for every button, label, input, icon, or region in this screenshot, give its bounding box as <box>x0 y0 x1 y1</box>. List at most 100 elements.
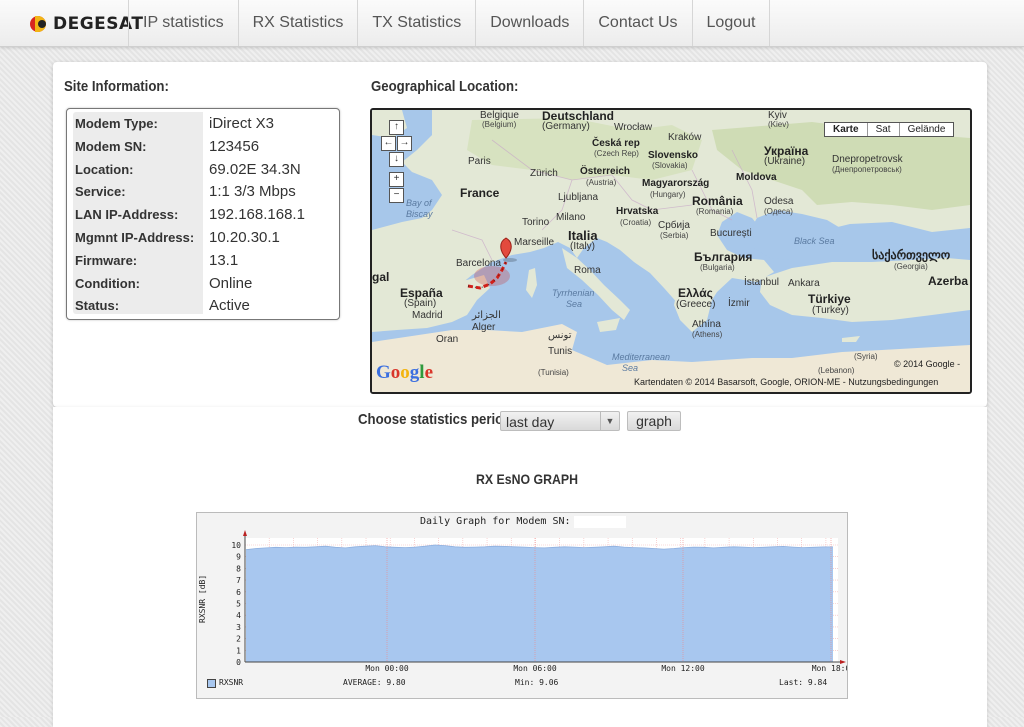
info-value: 123456 <box>203 134 333 158</box>
tab-downloads[interactable]: Downloads <box>475 0 583 46</box>
map-label: gal <box>372 270 390 284</box>
map-label: Paris <box>468 156 491 167</box>
map-label: Barcelona <box>456 258 502 269</box>
y-tick-label: 3 <box>236 623 241 632</box>
map-label: İstanbul <box>744 277 780 288</box>
map-label: Bay of <box>406 198 432 208</box>
map-label: Kraków <box>668 132 702 143</box>
map-label: (Belgium) <box>482 120 517 129</box>
map-label: (Slovakia) <box>652 161 688 170</box>
map-label: Tunis <box>548 346 573 357</box>
y-tick-label: 9 <box>236 553 241 562</box>
map-label: Odesa <box>764 196 794 207</box>
info-value: Active <box>203 294 333 318</box>
y-tick-label: 5 <box>236 600 241 609</box>
rx-esno-graph: Daily Graph for Modem SN: RXSNR [dB] 012… <box>196 512 848 699</box>
x-tick-label: Mon 12:00 <box>661 664 705 673</box>
graph-heading: RX EsNO GRAPH <box>476 471 579 487</box>
map-label: Torino <box>522 217 550 228</box>
map-label: Mediterranean <box>612 352 671 362</box>
chevron-down-icon: ▼ <box>600 412 619 430</box>
google-logo: Google <box>376 362 433 383</box>
map-label: (Italy) <box>570 241 595 252</box>
map-label: România <box>692 194 743 208</box>
pan-up-icon[interactable]: ↑ <box>389 120 404 135</box>
pan-right-icon[interactable]: → <box>397 136 412 151</box>
map-label: (Spain) <box>404 298 437 309</box>
map-label: Black Sea <box>794 236 835 246</box>
map-label: (Croatia) <box>620 218 652 227</box>
map-label: (Athens) <box>692 330 723 339</box>
legend-swatch <box>207 679 216 688</box>
tab-ip-statistics[interactable]: IP statistics <box>128 0 238 46</box>
map-label: București <box>710 228 752 239</box>
period-select[interactable]: last day ▼ <box>500 411 620 431</box>
info-row-modem-type: Modem Type: iDirect X3 <box>73 112 333 135</box>
pan-left-icon[interactable]: ← <box>381 136 396 151</box>
map-label: Dnepropetrovsk <box>832 154 903 165</box>
map-label: Milano <box>556 212 586 223</box>
map-label: (Georgia) <box>894 262 928 271</box>
map-type-gelande[interactable]: Gelände <box>898 123 954 136</box>
map-label: تونس <box>548 330 572 341</box>
info-label: Service: <box>75 184 126 200</box>
info-value: 13.1 <box>203 248 333 272</box>
info-label: Status: <box>75 298 120 314</box>
info-value: Online <box>203 271 333 295</box>
map-label: (Lebanon) <box>818 366 855 375</box>
y-tick-label: 7 <box>236 576 241 585</box>
map-label: (Kiev) <box>768 120 789 129</box>
site-info-heading: Site Information: <box>64 78 169 95</box>
info-row-mgmnt-ip: Mgmnt IP-Address: 10.20.30.1 <box>73 226 333 249</box>
map-label: (Turkey) <box>812 305 849 316</box>
map-label: (Ukraine) <box>764 156 806 167</box>
logo-icon <box>30 14 50 34</box>
map-attribution[interactable]: Kartendaten © 2014 Basarsoft, Google, OR… <box>634 377 938 387</box>
map-label: (Czech Rep) <box>594 149 639 158</box>
map-label: Magyarország <box>642 178 710 189</box>
map-label: France <box>460 186 500 200</box>
map-label: Wrocław <box>614 122 653 133</box>
y-tick-label: 6 <box>236 588 241 597</box>
map-type-sat[interactable]: Sat <box>866 123 899 136</box>
map-label: Österreich <box>580 166 631 177</box>
map-label: Србија <box>658 220 690 231</box>
map-type-karte[interactable]: Karte <box>825 123 867 136</box>
map-label: Azerba <box>928 274 969 288</box>
info-value: 1:1 3/3 Mbps <box>203 180 333 204</box>
map-label: Hrvatska <box>616 206 659 217</box>
pan-down-icon[interactable]: ↓ <box>389 152 404 167</box>
tab-rx-statistics[interactable]: RX Statistics <box>237 0 358 46</box>
map-label: (Romania) <box>696 207 734 216</box>
tab-logout[interactable]: Logout <box>691 0 771 46</box>
info-label: Modem SN: <box>75 138 147 154</box>
brand-logo[interactable]: DEGESAT <box>30 13 143 35</box>
y-tick-label: 0 <box>236 658 241 667</box>
x-tick-label: Mon 00:00 <box>365 664 409 673</box>
period-label: Choose statistics period <box>358 411 512 428</box>
map-label: (Austria) <box>586 178 617 187</box>
info-label: Mgmnt IP-Address: <box>75 230 195 245</box>
map-label: Athína <box>692 319 721 330</box>
info-row-firmware: Firmware: 13.1 <box>73 248 333 272</box>
info-label: Modem Type: <box>75 116 158 131</box>
map-label: Türkiye <box>808 292 851 306</box>
info-label: LAN IP-Address: <box>75 207 179 223</box>
map-label: Slovensko <box>648 150 699 161</box>
graph-button[interactable]: graph <box>627 411 681 431</box>
info-row-status: Status: Active <box>73 294 333 318</box>
map-label: Madrid <box>412 310 443 321</box>
x-tick-label: Mon 18:0 <box>812 664 847 673</box>
tab-contact-us[interactable]: Contact Us <box>583 0 691 46</box>
info-value: 10.20.30.1 <box>203 226 333 249</box>
map-label: Ελλάς <box>678 286 713 300</box>
tab-tx-statistics[interactable]: TX Statistics <box>357 0 475 46</box>
info-value: iDirect X3 <box>203 112 333 135</box>
zoom-in-icon[interactable]: + <box>389 172 404 187</box>
location-map[interactable]: ↑ ← → ↓ + − Karte Sat Gelände Belgique (… <box>370 108 972 394</box>
y-tick-label: 2 <box>236 635 241 644</box>
zoom-out-icon[interactable]: − <box>389 188 404 203</box>
stat-average: AVERAGE: 9.80 <box>343 678 406 687</box>
y-tick-label: 1 <box>236 646 241 655</box>
map-label: (Tunisia) <box>538 368 569 377</box>
